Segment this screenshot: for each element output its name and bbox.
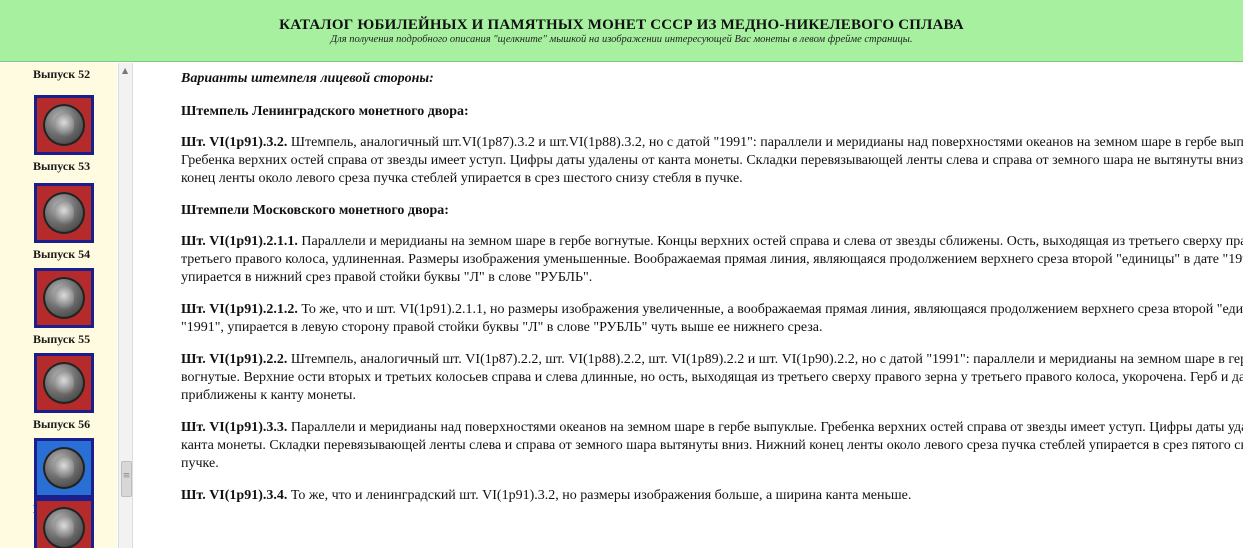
coin-issue-label[interactable]: Выпуск 53 [33,159,90,174]
leningrad-entries: Шт. VI(1р91).3.2. Штемпель, аналогичный … [181,134,1243,188]
catalog-subtitle: Для получения подробного описания "щелкн… [330,34,913,45]
coin-image[interactable] [34,183,94,243]
coin-issue-label[interactable]: Выпуск 55 [33,332,90,347]
leningrad-heading: Штемпель Ленинградского монетного двора: [181,104,469,119]
coin-image[interactable] [34,95,94,155]
scrollbar-thumb[interactable] [121,461,132,497]
stamp-variant-entry: Шт. VI(1р91).3.4. То же, что и ленинград… [181,487,1243,505]
stamp-variant-entry: Шт. VI(1р91).2.1.2. То же, что и шт. VI(… [181,301,1243,337]
stamp-variant-description: Штемпель, аналогичный шт.VI(1р87).3.2 и … [181,135,1243,186]
left-frame-scrollbar[interactable]: ▲ [118,63,133,548]
stamp-variant-code: Шт. VI(1р91).3.2. [181,135,288,150]
stamp-variant-code: Шт. VI(1р91).3.4. [181,488,288,503]
stamp-variant-entry: Шт. VI(1р91).3.2. Штемпель, аналогичный … [181,134,1243,188]
coin-disc [43,277,85,319]
stamp-variant-description: Параллели и меридианы над поверхностями … [181,420,1243,471]
stamp-variant-code: Шт. VI(1р91).2.1.1. [181,234,298,249]
coin-image[interactable] [34,268,94,328]
stamp-variant-description: Параллели и меридианы на земном шаре в г… [181,234,1243,285]
stamp-variant-code: Шт. VI(1р91).3.3. [181,420,288,435]
stamp-variant-entry: Шт. VI(1р91).2.2. Штемпель, аналогичный … [181,351,1243,405]
coin-thumbnail-item[interactable]: Выпуск 56 [0,351,117,439]
moscow-heading: Штемпели Московского монетного двора: [181,203,449,218]
stamp-variant-description: То же, что и ленинградский шт. VI(1р91).… [287,488,912,503]
page-header: КАТАЛОГ ЮБИЛЕЙНЫХ И ПАМЯТНЫХ МОНЕТ СССР … [0,0,1243,62]
coin-image[interactable] [34,498,94,548]
section-title: Варианты штемпеля лицевой стороны: [181,71,434,86]
coin-issue-label[interactable]: Выпуск 54 [33,247,90,262]
coin-issue-label[interactable]: Выпуск 56 [33,417,90,432]
coin-disc [43,507,85,548]
stamp-variant-description: То же, что и шт. VI(1р91).2.1.1, но разм… [181,302,1243,335]
moscow-entries: Шт. VI(1р91).2.1.1. Параллели и меридиан… [181,233,1243,505]
coin-disc [43,104,85,146]
coin-disc [43,362,85,404]
stamp-variant-entry: Шт. VI(1р91).3.3. Параллели и меридианы … [181,419,1243,473]
coin-thumbnail-item[interactable]: Выпуск 53 [0,93,117,181]
stamp-variant-description: Штемпель, аналогичный шт. VI(1р87).2.2, … [181,352,1243,403]
catalog-title: КАТАЛОГ ЮБИЛЕЙНЫХ И ПАМЯТНЫХ МОНЕТ СССР … [279,17,964,33]
coin-disc [43,192,85,234]
coin-issue-label[interactable]: Выпуск 52 [33,67,90,82]
stamp-variant-code: Шт. VI(1р91).2.2. [181,352,288,367]
stamp-variant-entry: Шт. VI(1р91).2.1.1. Параллели и меридиан… [181,233,1243,287]
coin-image[interactable] [34,353,94,413]
coin-list-frame: Выпуск 52 Выпуск 53 Выпуск 54 Выпуск 55 Выпу… [0,63,117,548]
description-content: Варианты штемпеля лицевой стороны: Штемп… [181,70,1243,519]
coin-disc [43,447,85,489]
scroll-up-arrow-icon[interactable]: ▲ [122,66,128,75]
description-frame: Варианты штемпеля лицевой стороны: Штемп… [134,63,1243,548]
coin-thumbnail-item[interactable]: Выпуск 54 [0,181,117,269]
stamp-variant-code: Шт. VI(1р91).2.1.2. [181,302,298,317]
coin-thumbnail-item[interactable]: Выпуск 52 [0,63,117,89]
coin-thumbnail-item[interactable]: Выпуск 55 [0,266,117,354]
coin-image[interactable] [34,438,94,498]
